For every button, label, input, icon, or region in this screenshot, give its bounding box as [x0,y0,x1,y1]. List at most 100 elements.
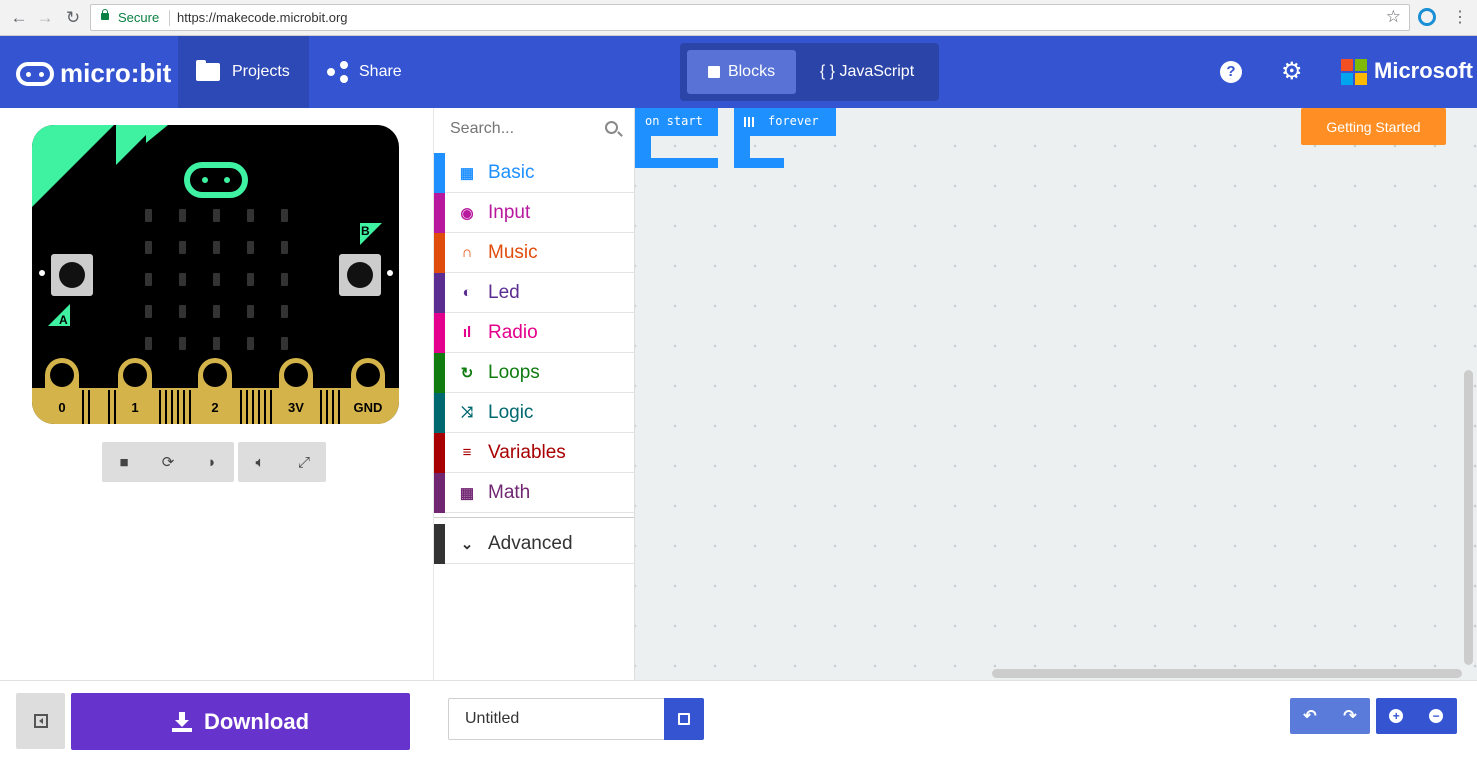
vertical-scrollbar[interactable] [1464,370,1473,665]
led[interactable] [281,241,288,254]
category-basic[interactable]: ▦ Basic [434,152,634,193]
led[interactable] [213,305,220,318]
url-text[interactable]: https://makecode.microbit.org [177,10,348,25]
board-logo-icon [184,162,248,198]
led[interactable] [179,241,186,254]
led[interactable] [247,305,254,318]
category-logic[interactable]: ⤨ Logic [434,392,634,433]
led[interactable] [247,209,254,222]
microbit-logo[interactable]: micro:bit [16,58,171,89]
category-input[interactable]: ◉ Input [434,192,634,233]
help-icon[interactable]: ? [1220,61,1242,83]
restart-icon[interactable]: ⟳ [146,453,190,471]
browser-menu-icon[interactable]: ⋮ [1452,7,1468,27]
forward-icon[interactable]: → [34,7,56,29]
blocks-workspace[interactable]: on start forever Getting Started [634,108,1477,680]
undo-icon[interactable]: ↶ [1290,698,1330,734]
redo-icon[interactable]: ↷ [1330,698,1370,734]
javascript-label: { } JavaScript [819,63,915,80]
shuffle-icon: ⤨ [460,404,473,421]
on-start-block[interactable]: on start [635,108,718,136]
editor-toggle: Blocks { } JavaScript [680,43,939,101]
project-name-input[interactable] [448,698,664,740]
secure-label: Secure [118,10,160,25]
led[interactable] [213,241,220,254]
share-button[interactable]: Share [309,36,420,108]
on-start-block-bottom[interactable] [635,158,718,168]
category-radio[interactable]: ıl Radio [434,312,634,353]
reload-icon[interactable]: ↻ [62,7,84,29]
button-b-label: B [361,224,370,238]
on-start-block-body[interactable] [635,136,651,158]
forever-block-body[interactable] [734,136,750,158]
led[interactable] [145,241,152,254]
browser-toolbar: ← → ↻ Secure https://makecode.microbit.o… [0,0,1477,36]
projects-button[interactable]: Projects [178,36,309,108]
category-led[interactable]: ◐ Led [434,272,634,313]
led[interactable] [281,305,288,318]
category-math[interactable]: ▦ Math [434,472,634,513]
download-button[interactable]: Download [71,693,410,750]
led[interactable] [281,209,288,222]
getting-started-button[interactable]: Getting Started [1301,108,1446,145]
category-variables[interactable]: ≡ Variables [434,432,634,473]
led[interactable] [213,273,220,286]
zoom-in-button[interactable]: + [1376,698,1416,734]
category-loops[interactable]: ↻ Loops [434,352,634,393]
led[interactable] [247,337,254,350]
forever-block-bottom[interactable] [734,158,784,168]
search-icon[interactable] [605,121,618,134]
led[interactable] [281,273,288,286]
slow-motion-icon[interactable]: ◗ [190,454,234,471]
button-a-label: A [59,313,68,327]
undo-redo-group: ↶ ↷ [1290,698,1370,734]
extension-icon[interactable] [1418,8,1436,26]
led[interactable] [145,305,152,318]
led[interactable] [145,337,152,350]
led[interactable] [247,273,254,286]
board-corner-decoration [32,125,114,207]
category-music[interactable]: ∩ Music [434,232,634,273]
address-bar[interactable]: Secure https://makecode.microbit.org ☆ [90,4,1410,31]
simulator-controls: ■ ⟳ ◗ [102,442,234,482]
board-edge-dot [387,270,393,276]
share-label: Share [359,63,402,80]
led[interactable] [179,305,186,318]
microsoft-label[interactable]: Microsoft [1374,58,1473,84]
fullscreen-icon[interactable]: ⤢ [282,454,326,471]
horizontal-scrollbar[interactable] [992,669,1462,678]
blocks-tab[interactable]: Blocks [687,50,796,94]
javascript-tab[interactable]: { } JavaScript [802,50,932,94]
toolbox: ▦ Basic ◉ Input ∩ Music ◐ Led ıl Radio ↻… [433,108,634,680]
button-a[interactable] [51,254,93,296]
led[interactable] [179,273,186,286]
pin-label: 0 [58,400,66,415]
bookmark-star-icon[interactable]: ☆ [1386,7,1401,27]
category-label: Radio [488,321,538,343]
back-icon[interactable]: ← [8,7,30,29]
led[interactable] [213,209,220,222]
button-b[interactable] [339,254,381,296]
led[interactable] [247,241,254,254]
share-icon [327,61,349,83]
gear-icon[interactable]: ⚙ [1281,60,1303,84]
led[interactable] [145,209,152,222]
led[interactable] [179,209,186,222]
save-button[interactable] [664,698,704,740]
stop-icon[interactable]: ■ [102,454,146,471]
forever-block[interactable]: forever [734,108,836,136]
led[interactable] [145,273,152,286]
zoom-out-button[interactable]: − [1416,698,1456,734]
category-advanced[interactable]: ⌄ Advanced [434,523,634,564]
led[interactable] [281,337,288,350]
pin-label: 1 [131,400,139,415]
mute-icon[interactable]: 🔈︎ [238,454,282,471]
collapse-simulator-button[interactable] [16,693,65,749]
simulator-controls-2: 🔈︎ ⤢ [238,442,326,482]
microbit-logo-icon [16,61,54,86]
projects-label: Projects [232,63,290,80]
led[interactable] [179,337,186,350]
toggle-icon: ◐ [462,284,472,301]
led[interactable] [213,337,220,350]
search-input[interactable] [434,108,634,150]
